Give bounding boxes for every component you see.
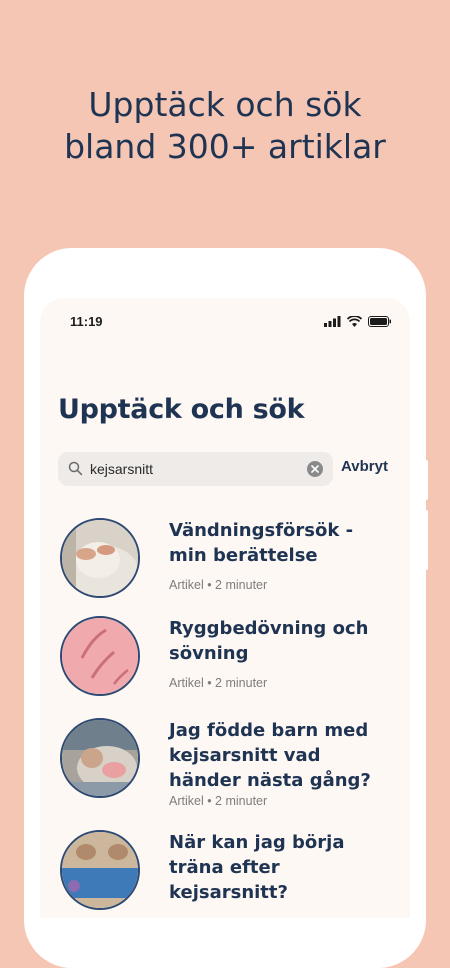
phone-side-button (424, 510, 428, 570)
battery-icon (368, 315, 391, 327)
article-title: När kan jag börja träna efter kejsarsnit… (169, 832, 345, 903)
article-list-item[interactable]: Vändningsförsök - min berättelse Artikel… (60, 518, 400, 602)
cancel-button[interactable]: Avbryt (341, 458, 388, 475)
article-title: Ryggbedövning och sövning (169, 618, 369, 664)
article-meta: Artikel • 2 minuter (169, 794, 268, 808)
article-title: Vändningsförsök - min berättelse (169, 520, 354, 566)
wifi-icon (347, 315, 362, 327)
search-bar[interactable] (58, 452, 333, 486)
status-time: 11:19 (70, 314, 103, 329)
promo-headline: Upptäck och sök bland 300+ artiklar (0, 84, 450, 168)
page-title: Upptäck och sök (58, 394, 305, 425)
article-list-item[interactable]: Jag födde barn med kejsarsnitt vad hände… (60, 718, 400, 818)
status-icons (324, 314, 392, 328)
promo-line-2: bland 300+ artiklar (64, 127, 386, 166)
search-icon (68, 461, 83, 476)
signal-icon (324, 315, 341, 327)
article-list-item[interactable]: Ryggbedövning och sövning Artikel • 2 mi… (60, 616, 400, 700)
search-input[interactable] (90, 452, 300, 486)
article-meta: Artikel • 2 minuter (169, 676, 268, 690)
article-meta: Artikel • 2 minuter (169, 578, 268, 592)
article-thumbnail (60, 830, 140, 910)
clear-search-icon[interactable] (307, 461, 323, 477)
article-thumbnail (60, 518, 140, 598)
article-title: Jag födde barn med kejsarsnitt vad hände… (169, 720, 371, 791)
phone-side-button (424, 460, 428, 500)
article-list-item[interactable]: När kan jag börja träna efter kejsarsnit… (60, 830, 400, 918)
article-thumbnail (60, 616, 140, 696)
article-thumbnail (60, 718, 140, 798)
app-screen: 11:19 Upptäck och sök kejsarsnitt Avbryt… (40, 298, 410, 918)
promo-line-1: Upptäck och sök (88, 85, 362, 124)
